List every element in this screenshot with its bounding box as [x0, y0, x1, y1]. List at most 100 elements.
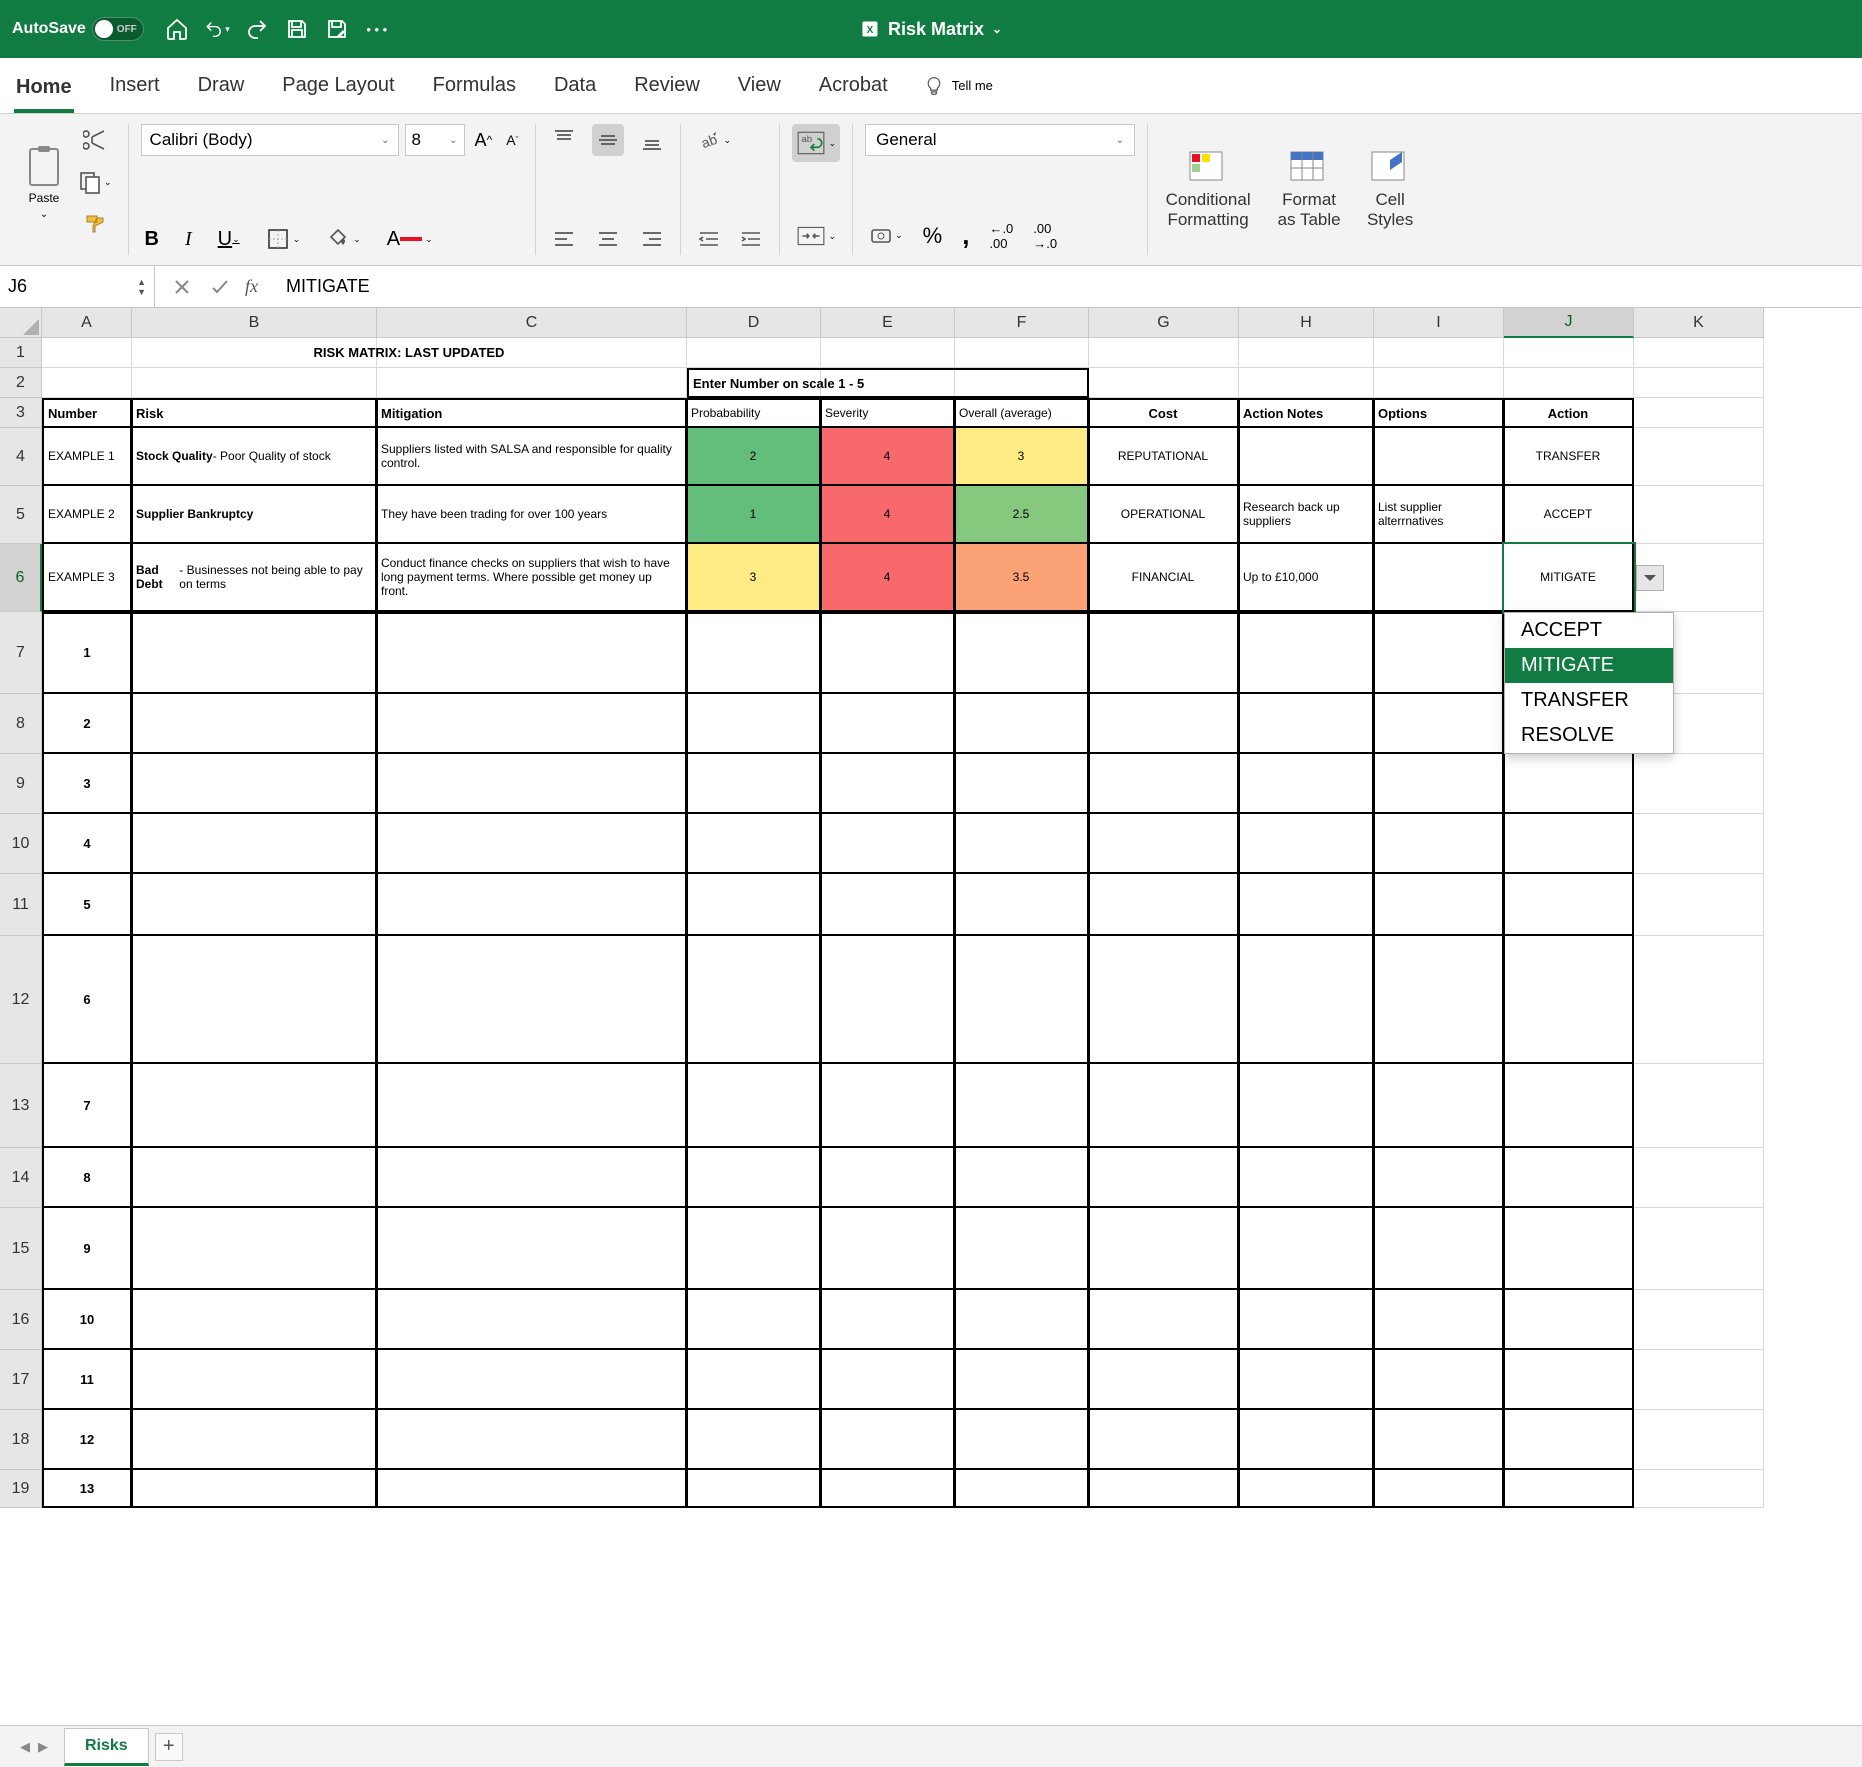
increase-indent-button[interactable] — [735, 223, 767, 255]
cell-I4[interactable] — [1374, 428, 1504, 486]
underline-button[interactable]: U ⌄ — [214, 224, 244, 255]
col-header-B[interactable]: B — [132, 308, 377, 338]
cell-B14[interactable] — [132, 1148, 377, 1208]
cell-F17[interactable] — [955, 1350, 1089, 1410]
tell-me[interactable]: Tell me — [924, 76, 993, 96]
cell-C6[interactable]: Conduct finance checks on suppliers that… — [377, 544, 687, 612]
conditional-formatting-button[interactable]: Conditional Formatting — [1160, 146, 1256, 234]
cell-J19[interactable] — [1504, 1470, 1634, 1508]
paste-button[interactable]: Paste ⌄ — [22, 124, 66, 240]
cell-F7[interactable] — [955, 612, 1089, 694]
cell-B10[interactable] — [132, 814, 377, 874]
cell-B15[interactable] — [132, 1208, 377, 1290]
align-middle-button[interactable] — [592, 124, 624, 156]
cell-A2[interactable] — [42, 368, 132, 398]
cell-B18[interactable] — [132, 1410, 377, 1470]
cell-K14[interactable] — [1634, 1148, 1764, 1208]
cell-I12[interactable] — [1374, 936, 1504, 1064]
cell-A14[interactable]: 8 — [42, 1148, 132, 1208]
cell-E11[interactable] — [821, 874, 955, 936]
row-header-11[interactable]: 11 — [0, 874, 42, 936]
row-header-1[interactable]: 1 — [0, 338, 42, 368]
cell-H9[interactable] — [1239, 754, 1374, 814]
row-header-8[interactable]: 8 — [0, 694, 42, 754]
cell-H7[interactable] — [1239, 612, 1374, 694]
currency-button[interactable]: ⌄ — [865, 220, 907, 252]
cell-I18[interactable] — [1374, 1410, 1504, 1470]
cell-G7[interactable] — [1089, 612, 1239, 694]
cell-G10[interactable] — [1089, 814, 1239, 874]
cell-E17[interactable] — [821, 1350, 955, 1410]
fill-color-button[interactable]: ⌄ — [322, 223, 365, 255]
cell-C9[interactable] — [377, 754, 687, 814]
cell-J17[interactable] — [1504, 1350, 1634, 1410]
cell-F14[interactable] — [955, 1148, 1089, 1208]
cell-E8[interactable] — [821, 694, 955, 754]
undo-icon[interactable]: ▾ — [204, 16, 230, 42]
cell-A19[interactable]: 13 — [42, 1470, 132, 1508]
cell-F19[interactable] — [955, 1470, 1089, 1508]
percent-button[interactable]: % — [919, 219, 947, 253]
cell-I6[interactable] — [1374, 544, 1504, 612]
cell-B13[interactable] — [132, 1064, 377, 1148]
cell-G9[interactable] — [1089, 754, 1239, 814]
bold-button[interactable]: B — [141, 224, 163, 255]
cell-K9[interactable] — [1634, 754, 1764, 814]
col-header-F[interactable]: F — [955, 308, 1089, 338]
cell-H19[interactable] — [1239, 1470, 1374, 1508]
cell-E7[interactable] — [821, 612, 955, 694]
cell-F11[interactable] — [955, 874, 1089, 936]
cell-E16[interactable] — [821, 1290, 955, 1350]
cell-H2[interactable] — [1239, 368, 1374, 398]
fx-icon[interactable]: fx — [245, 276, 258, 297]
cell-E18[interactable] — [821, 1410, 955, 1470]
number-format-select[interactable]: General⌄ — [865, 124, 1135, 156]
redo-icon[interactable] — [244, 16, 270, 42]
cell-D5[interactable]: 1 — [687, 486, 821, 544]
dv-option-transfer[interactable]: TRANSFER — [1505, 683, 1673, 718]
cell-J10[interactable] — [1504, 814, 1634, 874]
cell-B19[interactable] — [132, 1470, 377, 1508]
tab-draw[interactable]: Draw — [196, 70, 247, 101]
cell-D11[interactable] — [687, 874, 821, 936]
cell-C19[interactable] — [377, 1470, 687, 1508]
col-header-D[interactable]: D — [687, 308, 821, 338]
cell-J1[interactable] — [1504, 338, 1634, 368]
font-name-select[interactable]: Calibri (Body)⌄ — [141, 124, 399, 156]
cell-F4[interactable]: 3 — [955, 428, 1089, 486]
row-header-17[interactable]: 17 — [0, 1350, 42, 1410]
cell-D18[interactable] — [687, 1410, 821, 1470]
cell-E10[interactable] — [821, 814, 955, 874]
italic-button[interactable]: I — [181, 224, 196, 255]
cell-D7[interactable] — [687, 612, 821, 694]
save-icon[interactable] — [284, 16, 310, 42]
sheet-tab-risks[interactable]: Risks — [64, 1728, 149, 1766]
cell-B1[interactable]: RISK MATRIX: LAST UPDATED — [132, 338, 687, 368]
font-size-select[interactable]: 8⌄ — [405, 124, 465, 156]
cell-K12[interactable] — [1634, 936, 1764, 1064]
cell-H11[interactable] — [1239, 874, 1374, 936]
cell-D6[interactable]: 3 — [687, 544, 821, 612]
borders-button[interactable]: ⌄ — [262, 223, 305, 255]
cell-A7[interactable]: 1 — [42, 612, 132, 694]
autosave-toggle[interactable]: AutoSave OFF — [12, 17, 144, 41]
cell-H18[interactable] — [1239, 1410, 1374, 1470]
row-header-14[interactable]: 14 — [0, 1148, 42, 1208]
cell-I9[interactable] — [1374, 754, 1504, 814]
cell-F3[interactable]: Overall (average) — [955, 398, 1089, 428]
cell-G1[interactable] — [1089, 338, 1239, 368]
row-header-16[interactable]: 16 — [0, 1290, 42, 1350]
cell-I15[interactable] — [1374, 1208, 1504, 1290]
cell-F9[interactable] — [955, 754, 1089, 814]
cell-styles-button[interactable]: Cell Styles — [1362, 146, 1418, 234]
col-header-J[interactable]: J — [1504, 308, 1634, 338]
data-validation-dropdown-button[interactable] — [1636, 565, 1664, 591]
cell-J4[interactable]: TRANSFER — [1504, 428, 1634, 486]
cell-C7[interactable] — [377, 612, 687, 694]
cell-C15[interactable] — [377, 1208, 687, 1290]
cell-B3[interactable]: Risk — [132, 398, 377, 428]
cell-J18[interactable] — [1504, 1410, 1634, 1470]
cell-A5[interactable]: EXAMPLE 2 — [42, 486, 132, 544]
cell-I10[interactable] — [1374, 814, 1504, 874]
home-icon[interactable] — [164, 16, 190, 42]
